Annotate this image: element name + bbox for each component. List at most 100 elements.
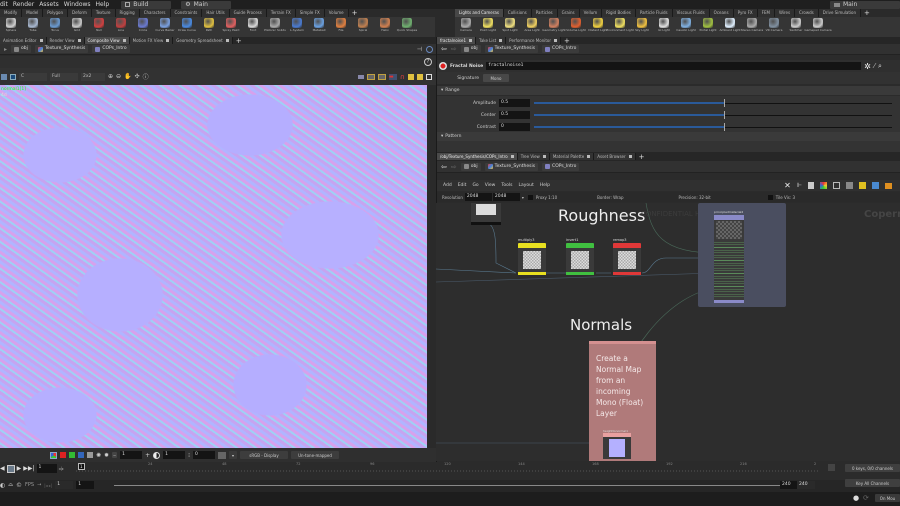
layout-grid-icon[interactable]: [417, 73, 423, 80]
grid-view-icon[interactable]: [833, 182, 840, 189]
add-shelf-tab-icon[interactable]: +: [861, 9, 873, 17]
shelf-tool-draw-curve[interactable]: Draw Curve: [176, 17, 198, 33]
timeline-ruler[interactable]: 1 24 48 72 96 120 144 168 192 216 2: [76, 462, 820, 478]
shelf-tool-grid[interactable]: Grid: [66, 17, 88, 33]
stop-icon[interactable]: [6, 464, 15, 473]
audio-icon[interactable]: ◐: [0, 482, 5, 489]
shelf-tab-collisions[interactable]: Collisions: [503, 9, 532, 17]
alpha-channel-icon[interactable]: [87, 452, 93, 458]
range-start2-field[interactable]: 1: [76, 481, 95, 489]
tree-icon[interactable]: ⊩: [797, 182, 802, 189]
refresh-icon[interactable]: ⟳: [863, 494, 869, 502]
background-icon[interactable]: [10, 73, 16, 80]
shelf-tab-crowds[interactable]: Crowds: [795, 9, 819, 17]
shelf-tool-tube[interactable]: Tube: [22, 17, 44, 33]
close-tab-icon[interactable]: [469, 39, 473, 42]
shelf-tab-grains[interactable]: Grains: [557, 9, 580, 17]
shelf-tool-font[interactable]: Font: [242, 17, 264, 33]
tools-icon[interactable]: ✕: [784, 181, 791, 190]
range-step-icons[interactable]: |◂ ▸|: [44, 483, 52, 488]
keys-channels-button[interactable]: 0 keys, 0/0 channels: [845, 464, 900, 472]
tab-render-view[interactable]: Render View: [46, 37, 85, 44]
shelf-tool-circle[interactable]: Circle: [132, 17, 154, 33]
param-slider[interactable]: [532, 123, 892, 131]
shelf-tab-texture[interactable]: Texture: [91, 9, 116, 17]
exposure-decrement[interactable]: −: [112, 452, 118, 458]
sticky-note[interactable]: Create a Normal Map from an incoming Mon…: [589, 341, 656, 461]
resolution-x-field[interactable]: 2048: [464, 193, 492, 201]
param-amplitude-field[interactable]: 0.5: [499, 99, 530, 107]
image-icon[interactable]: [872, 182, 879, 189]
shelf-tool-gamepad-camera[interactable]: Gamepad Camera: [804, 17, 832, 33]
shelf-tab-characters[interactable]: Characters: [139, 9, 171, 17]
shelf-tab-pyro-fx[interactable]: Pyro FX: [733, 9, 758, 17]
exposure-increment[interactable]: +: [145, 452, 150, 459]
green-channel-icon[interactable]: [69, 452, 75, 458]
path-texture-synthesis[interactable]: Texture_Synthesis: [484, 45, 539, 53]
close-tab-icon[interactable]: [77, 39, 81, 42]
path-obj[interactable]: obj: [460, 45, 481, 53]
shelf-tab-viscous-fluids[interactable]: Viscous Fluids: [672, 9, 710, 17]
display-options-icon[interactable]: [1, 73, 7, 80]
back-icon[interactable]: ⇦: [441, 45, 447, 53]
path-obj[interactable]: obj: [11, 45, 31, 53]
shelf-tab-rigid-bodies[interactable]: Rigid Bodies: [602, 9, 636, 17]
shelf-tool-helix[interactable]: Helix: [374, 17, 396, 33]
search-icon[interactable]: ⌕: [878, 62, 882, 71]
range-icon[interactable]: FPS: [25, 482, 34, 488]
shelf-tab-rigging[interactable]: Rigging: [115, 9, 140, 17]
node-invert1[interactable]: invert1: [566, 238, 594, 275]
shelf-tab-deform[interactable]: Deform: [68, 9, 92, 17]
close-tab-icon[interactable]: [122, 39, 126, 42]
shelf-tab-vellum[interactable]: Vellum: [579, 9, 603, 17]
shelf-tool-quick-shapes[interactable]: Quick Shapes: [396, 17, 418, 33]
gamma-icon[interactable]: [153, 451, 161, 459]
shelf-tab-simple-fx[interactable]: Simple FX: [295, 9, 325, 17]
shelf-tool-null[interactable]: Null: [88, 17, 110, 33]
shelf-tool-l-system[interactable]: L-System: [286, 17, 308, 33]
close-tab-icon[interactable]: [166, 39, 170, 42]
network-box[interactable]: principledmaterial2: [698, 203, 786, 307]
menu-edit[interactable]: Edit: [458, 183, 467, 188]
grid-snap-icon[interactable]: [408, 73, 414, 80]
node-heighttonormal1[interactable]: heighttonormal1: [603, 429, 631, 461]
menu-tools[interactable]: Tools: [501, 183, 512, 188]
skip-end-icon[interactable]: ▶▶|: [23, 465, 34, 472]
desktop-main-selector[interactable]: ⚙ Main: [181, 0, 232, 9]
shelf-tool-curve-bezier[interactable]: Curve Bezier: [154, 17, 176, 33]
close-tab-icon[interactable]: [39, 39, 43, 42]
brightness-icon[interactable]: ✹: [104, 452, 109, 459]
tab-animation-editor[interactable]: Animation Editor: [0, 37, 47, 44]
desktop-main-right[interactable]: Main: [830, 0, 900, 9]
network-editor[interactable]: Roughness CONFIDENTIAL H20.5.278 Coperni…: [436, 203, 900, 461]
path-cops-intro[interactable]: COPs_Intro: [542, 162, 580, 171]
key-all-channels-button[interactable]: Key All Channels: [845, 479, 900, 487]
shelf-tool-environment-light[interactable]: Environment Light: [606, 17, 634, 33]
menu-view[interactable]: View: [485, 183, 496, 188]
realtime-icon[interactable]: ⌓: [8, 481, 13, 489]
zoom-out-icon[interactable]: ⊖: [116, 73, 121, 80]
tonemap-select[interactable]: Un-tone-mapped: [291, 451, 340, 459]
close-tab-icon[interactable]: [554, 39, 557, 42]
offset-field[interactable]: 0: [193, 451, 216, 459]
shelf-tab-terrain-fx[interactable]: Terrain FX: [266, 9, 296, 17]
close-tab-icon[interactable]: [628, 155, 632, 158]
shelf-tool-torus[interactable]: Torus: [44, 17, 66, 33]
exposure-field[interactable]: 1: [120, 451, 143, 459]
shelf-tool-platonic-solids[interactable]: Platonic Solids: [264, 17, 286, 33]
pin-icon[interactable]: ⊣: [417, 46, 422, 53]
close-tab-icon[interactable]: [510, 155, 514, 158]
blue-channel-icon[interactable]: [78, 452, 84, 458]
desktop-build-selector[interactable]: Build: [121, 0, 172, 9]
viewer-scrollbar[interactable]: [427, 85, 436, 448]
sticky-title-normals[interactable]: Normals: [570, 316, 632, 334]
current-frame-field[interactable]: 1: [36, 464, 57, 473]
step-icons[interactable]: ◂|▸: [59, 466, 64, 471]
range-mode-icon[interactable]: →: [37, 482, 41, 488]
close-tab-icon[interactable]: [587, 155, 591, 158]
menu-add[interactable]: Add: [443, 183, 452, 188]
layout-quad-icon[interactable]: [426, 73, 432, 80]
shelf-tool-gi-light[interactable]: GI Light: [653, 17, 675, 33]
brush-icon[interactable]: ⁄: [874, 62, 875, 70]
shelf-tool-camera[interactable]: Camera: [455, 17, 477, 33]
